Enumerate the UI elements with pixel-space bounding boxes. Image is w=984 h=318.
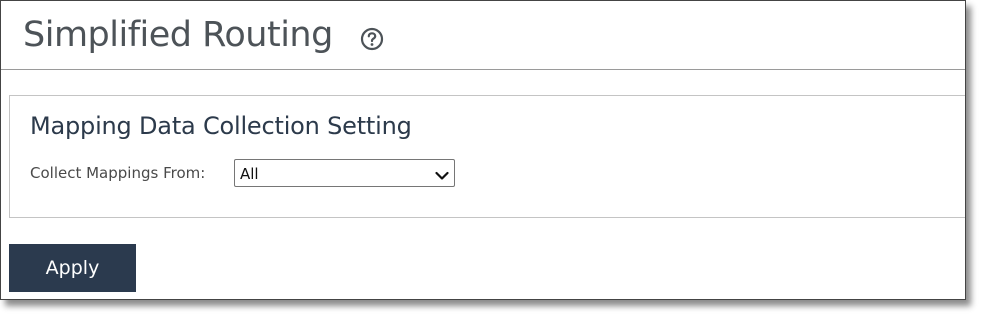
collect-mappings-selected-value: All [240,165,259,183]
help-icon[interactable] [360,27,384,51]
page-title: Simplified Routing [23,15,333,55]
mapping-data-collection-panel: Mapping Data Collection Setting Collect … [9,95,965,218]
collect-mappings-label: Collect Mappings From: [30,164,206,182]
chevron-down-icon [435,168,449,180]
simplified-routing-window: Simplified Routing Mapping Data Collecti… [0,0,966,300]
apply-button[interactable]: Apply [9,244,136,292]
page-header: Simplified Routing [1,1,965,70]
collect-mappings-select[interactable]: All [234,159,455,187]
section-title: Mapping Data Collection Setting [30,112,412,140]
